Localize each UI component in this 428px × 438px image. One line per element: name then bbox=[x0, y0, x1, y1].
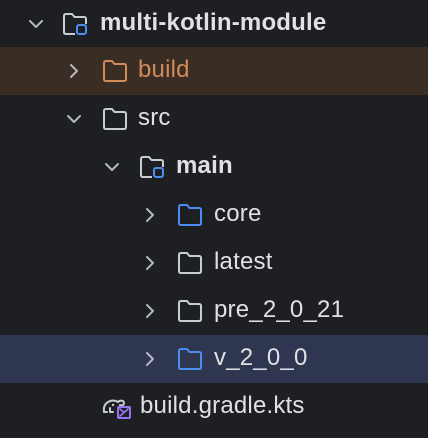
chevron-right-icon[interactable] bbox=[140, 205, 160, 225]
chevron-right-icon[interactable] bbox=[140, 301, 160, 321]
tree-item-label: main bbox=[176, 152, 233, 179]
folder-icon bbox=[102, 106, 128, 132]
tree-row-core[interactable]: core bbox=[0, 191, 428, 239]
gradle-kotlin-script-icon bbox=[101, 394, 135, 420]
tree-row-build-gradle-kts[interactable]: build.gradle.kts bbox=[0, 383, 428, 431]
source-folder-icon bbox=[177, 346, 203, 372]
project-tree: multi-kotlin-module build src main core … bbox=[0, 0, 428, 438]
tree-row-main[interactable]: main bbox=[0, 143, 428, 191]
chevron-down-icon[interactable] bbox=[102, 157, 122, 177]
tree-item-label: src bbox=[138, 104, 171, 131]
module-folder-icon bbox=[139, 154, 165, 180]
tree-row-pre-2-0-21[interactable]: pre_2_0_21 bbox=[0, 287, 428, 335]
chevron-down-icon[interactable] bbox=[64, 109, 84, 129]
tree-row-build[interactable]: build bbox=[0, 47, 428, 95]
tree-row-latest[interactable]: latest bbox=[0, 239, 428, 287]
tree-item-label: build bbox=[138, 56, 190, 83]
module-folder-icon bbox=[62, 11, 88, 37]
chevron-right-icon[interactable] bbox=[64, 61, 84, 81]
tree-item-label: multi-kotlin-module bbox=[100, 9, 327, 36]
tree-item-label: pre_2_0_21 bbox=[214, 296, 345, 323]
tree-row-v-2-0-0[interactable]: v_2_0_0 bbox=[0, 335, 428, 383]
tree-row-src[interactable]: src bbox=[0, 95, 428, 143]
chevron-right-icon[interactable] bbox=[140, 349, 160, 369]
source-folder-icon bbox=[177, 202, 203, 228]
excluded-folder-icon bbox=[102, 58, 128, 84]
tree-item-label: v_2_0_0 bbox=[214, 344, 308, 371]
chevron-down-icon[interactable] bbox=[26, 14, 46, 34]
folder-icon bbox=[177, 250, 203, 276]
chevron-right-icon[interactable] bbox=[140, 253, 160, 273]
tree-item-label: latest bbox=[214, 248, 273, 275]
folder-icon bbox=[177, 298, 203, 324]
tree-item-label: core bbox=[214, 200, 262, 227]
tree-row-multi-kotlin-module[interactable]: multi-kotlin-module bbox=[0, 0, 428, 48]
tree-item-label: build.gradle.kts bbox=[140, 392, 305, 419]
